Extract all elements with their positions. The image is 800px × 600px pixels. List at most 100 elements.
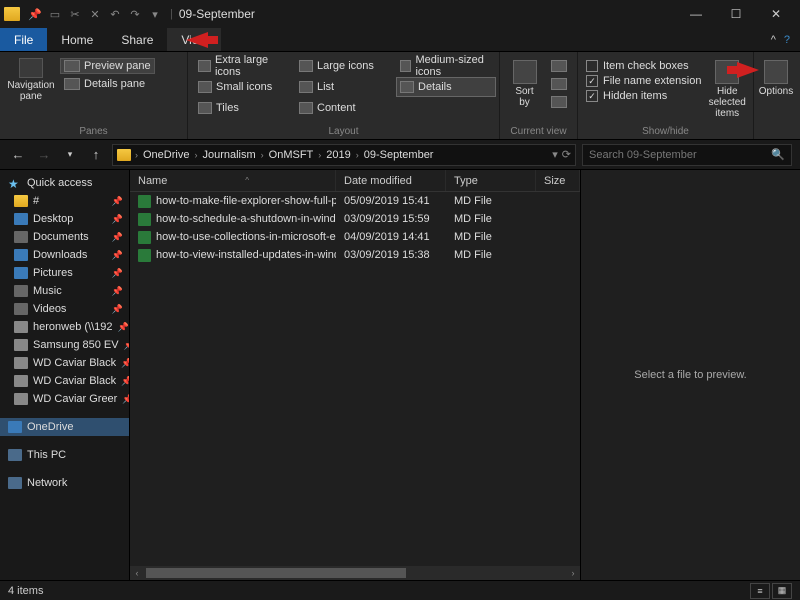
qat-delete-icon[interactable]: ✕ (86, 5, 104, 23)
size-columns-button[interactable] (547, 94, 571, 110)
crumb-onedrive[interactable]: OneDrive (140, 149, 192, 161)
pin-icon: 📌 (112, 304, 123, 315)
forward-button[interactable]: → (34, 145, 54, 165)
address-dropdown-icon[interactable]: ▾ (552, 148, 558, 161)
sidebar-item-documents[interactable]: Documents📌 (0, 228, 129, 246)
ribbon-collapse-icon[interactable]: ^ (771, 34, 776, 46)
tab-share[interactable]: Share (107, 28, 167, 51)
sidebar-this-pc[interactable]: This PC (0, 446, 129, 464)
layout-list[interactable]: List (295, 77, 395, 97)
group-label-layout: Layout (192, 125, 495, 139)
sort-by-button[interactable]: Sort by (504, 54, 545, 108)
crumb-journalism[interactable]: Journalism (199, 149, 258, 161)
pin-icon: 📌 (122, 394, 130, 405)
star-icon: ★ (8, 177, 22, 189)
file-row[interactable]: how-to-make-file-explorer-show-full-pa..… (130, 192, 580, 210)
crumb-2019[interactable]: 2019 (323, 149, 353, 161)
file-icon (138, 195, 151, 208)
horizontal-scrollbar[interactable]: ‹ › (130, 566, 580, 580)
sidebar-item-downloads[interactable]: Downloads📌 (0, 246, 129, 264)
chevron-right-icon[interactable]: › (356, 150, 359, 160)
layout-small-icons[interactable]: Small icons (194, 77, 294, 97)
navigation-pane-icon (19, 58, 43, 78)
close-button[interactable]: ✕ (756, 0, 796, 28)
hidden-items-checkbox[interactable]: ✓Hidden items (586, 90, 701, 102)
column-header-type[interactable]: Type (446, 170, 536, 191)
qat-pin-icon[interactable]: 📌 (26, 5, 44, 23)
details-pane-button[interactable]: Details pane (60, 76, 155, 92)
preview-placeholder-text: Select a file to preview. (634, 369, 747, 381)
qat-redo-icon[interactable]: ↷ (126, 5, 144, 23)
sidebar-item-drive[interactable]: WD Caviar Greer📌 (0, 390, 129, 408)
qat-undo-icon[interactable]: ↶ (106, 5, 124, 23)
column-header-size[interactable]: Size (536, 170, 580, 191)
scroll-right-icon[interactable]: › (566, 568, 580, 578)
crumb-current[interactable]: 09-September (361, 149, 437, 161)
navigation-pane-button[interactable]: Navigation pane (4, 54, 58, 102)
pc-icon (8, 449, 22, 461)
sidebar-network[interactable]: Network (0, 474, 129, 492)
scroll-left-icon[interactable]: ‹ (130, 568, 144, 578)
file-row[interactable]: how-to-view-installed-updates-in-windo..… (130, 246, 580, 264)
qat-dropdown-icon[interactable]: ▾ (146, 5, 164, 23)
item-check-boxes-checkbox[interactable]: Item check boxes (586, 60, 701, 72)
sidebar-item[interactable]: #📌 (0, 192, 129, 210)
recent-locations-button[interactable]: ▾ (60, 145, 80, 165)
tab-home[interactable]: Home (47, 28, 107, 51)
up-button[interactable]: ↑ (86, 145, 106, 165)
sidebar-item-desktop[interactable]: Desktop📌 (0, 210, 129, 228)
details-icon (400, 81, 414, 93)
sidebar-item-drive[interactable]: WD Caviar Black📌 (0, 372, 129, 390)
help-icon[interactable]: ? (784, 34, 790, 46)
group-by-icon (551, 60, 567, 72)
add-columns-icon (551, 78, 567, 90)
search-input[interactable]: Search 09-September 🔍 (582, 144, 792, 166)
file-row[interactable]: how-to-use-collections-in-microsoft-ed..… (130, 228, 580, 246)
file-name-extensions-checkbox[interactable]: ✓File name extension (586, 75, 701, 87)
chevron-right-icon[interactable]: › (194, 150, 197, 160)
sort-by-icon (513, 60, 537, 84)
layout-medium-icons[interactable]: Medium-sized icons (396, 56, 496, 76)
preview-pane-button[interactable]: Preview pane (60, 58, 155, 74)
sidebar-item-network-drive[interactable]: heronweb (\\192📌 (0, 318, 129, 336)
group-label-options (758, 125, 794, 139)
layout-tiles[interactable]: Tiles (194, 98, 294, 118)
sidebar-onedrive[interactable]: OneDrive (0, 418, 129, 436)
options-button[interactable]: Options (758, 54, 794, 97)
pin-icon: 📌 (112, 196, 123, 207)
chevron-right-icon[interactable]: › (135, 150, 138, 160)
sidebar-quick-access[interactable]: ★Quick access (0, 174, 129, 192)
maximize-button[interactable]: ☐ (716, 0, 756, 28)
crumb-onmsft[interactable]: OnMSFT (266, 149, 317, 161)
network-icon (8, 477, 22, 489)
back-button[interactable]: ← (8, 145, 28, 165)
qat-cut-icon[interactable]: ✂ (66, 5, 84, 23)
chevron-right-icon[interactable]: › (261, 150, 264, 160)
column-header-date[interactable]: Date modified (336, 170, 446, 191)
layout-extra-large-icons[interactable]: Extra large icons (194, 56, 294, 76)
breadcrumb[interactable]: › OneDrive › Journalism › OnMSFT › 2019 … (112, 144, 576, 166)
status-thumbnails-view-button[interactable]: ▦ (772, 583, 792, 599)
chevron-right-icon[interactable]: › (318, 150, 321, 160)
sidebar-item-pictures[interactable]: Pictures📌 (0, 264, 129, 282)
sidebar-item-music[interactable]: Music📌 (0, 282, 129, 300)
tab-file[interactable]: File (0, 28, 47, 51)
pin-icon: 📌 (121, 358, 130, 369)
scrollbar-thumb[interactable] (146, 568, 406, 578)
minimize-button[interactable]: — (676, 0, 716, 28)
sidebar-item-drive[interactable]: Samsung 850 EV📌 (0, 336, 129, 354)
qat-properties-icon[interactable]: ▭ (46, 5, 64, 23)
refresh-icon[interactable]: ⟳ (562, 148, 571, 161)
layout-details[interactable]: Details (396, 77, 496, 97)
layout-content[interactable]: Content (295, 98, 395, 118)
sidebar-item-drive[interactable]: WD Caviar Black📌 (0, 354, 129, 372)
folder-icon (14, 195, 28, 207)
group-by-button[interactable] (547, 58, 571, 74)
column-header-name[interactable]: Name^ (130, 170, 336, 191)
add-columns-button[interactable] (547, 76, 571, 92)
layout-large-icons[interactable]: Large icons (295, 56, 395, 76)
status-details-view-button[interactable]: ≡ (750, 583, 770, 599)
file-row[interactable]: how-to-schedule-a-shutdown-in-windo... 0… (130, 210, 580, 228)
sidebar-item-videos[interactable]: Videos📌 (0, 300, 129, 318)
titlebar-divider: | (170, 8, 173, 20)
